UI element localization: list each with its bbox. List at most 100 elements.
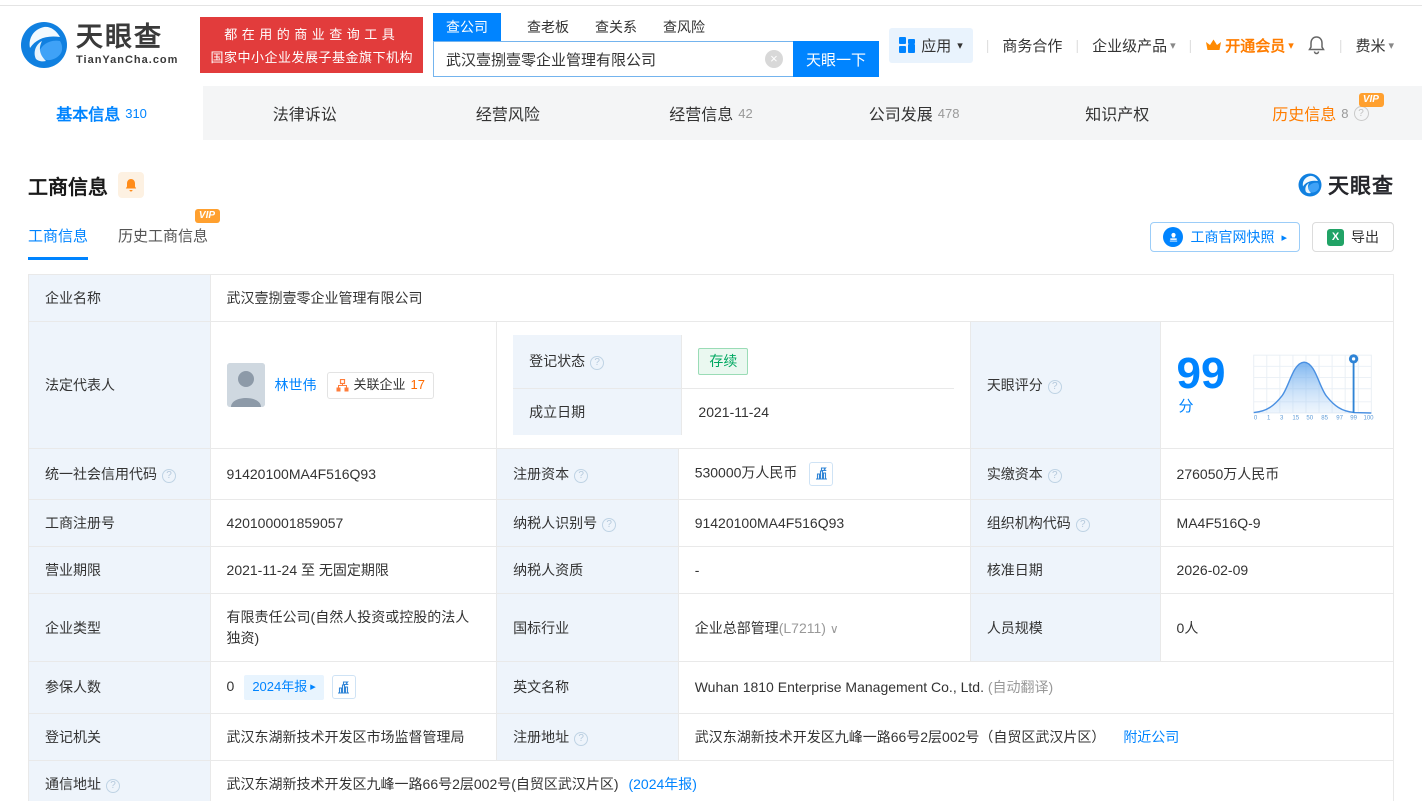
nav-enterprise-products[interactable]: 企业级产品 ▾ [1092, 35, 1176, 56]
svg-text:0: 0 [1254, 416, 1258, 422]
tianyancha-eye-icon [1298, 173, 1322, 197]
tab-history-info[interactable]: VIP 历史信息 8 ? [1219, 86, 1422, 140]
brand-name: 天眼查 [76, 22, 163, 52]
tianyancha-logo[interactable]: 天眼查 TianYanCha.com [20, 21, 178, 69]
company-name-value: 武汉壹捌壹零企业管理有限公司 [209, 273, 1395, 323]
table-row: 企业名称 武汉壹捌壹零企业管理有限公司 [28, 273, 1395, 323]
help-icon[interactable]: ? [106, 779, 120, 794]
help-icon[interactable]: ? [1047, 468, 1062, 483]
page-tab-bar: 基本信息 310 法律诉讼 经营风险 经营信息 42 公司发展 478 知识产权… [0, 86, 1422, 140]
search-input[interactable] [432, 41, 793, 77]
taxpayer-id-value: 91420100MA4F516Q93 [677, 498, 971, 548]
svg-text:3: 3 [1280, 416, 1284, 422]
score-distribution-chart: 0 1 3 15 50 85 97 99 100 [1253, 354, 1375, 422]
table-row: 统一社会信用代码? 91420100MA4F516Q93 注册资本? 53000… [28, 447, 1395, 500]
nav-business-coop[interactable]: 商务合作 [1002, 35, 1062, 56]
svg-text:50: 50 [1306, 416, 1313, 422]
company-type-value: 有限责任公司(自然人投资或控股的法人独资) [209, 593, 498, 663]
help-icon[interactable]: ? [162, 468, 176, 483]
field-label: 企业类型 [28, 593, 211, 663]
svg-text:97: 97 [1336, 416, 1343, 422]
search-tab-relation[interactable]: 查关系 [595, 13, 637, 41]
caret-right-icon: ▸ [1281, 231, 1287, 244]
help-icon[interactable]: ? [574, 468, 589, 483]
taxpayer-quality-value: - [677, 546, 971, 595]
search-area: 查公司 查老板 查关系 查风险 × 天眼一下 [432, 13, 879, 77]
chevron-down-icon[interactable]: ∨ [830, 622, 839, 636]
subtab-history-business-info[interactable]: VIP 历史工商信息 [118, 209, 221, 260]
top-nav: 应用 ▾ | 商务合作 | 企业级产品 ▾ | 开通会员 ▾ | 费米 ▾ [889, 27, 1394, 63]
search-tab-boss[interactable]: 查老板 [527, 13, 569, 41]
field-label: 组织机构代码? [969, 498, 1161, 548]
nearby-companies-link[interactable]: 附近公司 [1123, 729, 1179, 745]
reg-capital-value: 530000万人民币 [694, 464, 798, 481]
tab-intellectual-property[interactable]: 知识产权 [1016, 86, 1219, 140]
field-label: 成立日期 [513, 388, 683, 435]
notification-bell-icon[interactable] [1307, 35, 1326, 55]
table-row: 营业期限 2021-11-24 至 无固定期限 纳税人资质 - 核准日期 202… [28, 546, 1395, 595]
tianyancha-eye-icon [21, 22, 67, 68]
field-label: 企业名称 [28, 273, 211, 323]
legal-rep-name-link[interactable]: 林世伟 [275, 375, 317, 395]
approval-date-value: 2026-02-09 [1159, 546, 1395, 595]
tab-company-development[interactable]: 公司发展 478 [813, 86, 1016, 140]
export-button[interactable]: X 导出 [1312, 222, 1394, 252]
industry-code: (L7211) [778, 619, 826, 636]
subtab-business-info[interactable]: 工商信息 [28, 225, 89, 260]
field-label: 实缴资本? [969, 447, 1161, 500]
annual-report-badge[interactable]: 2024年报 ▸ [244, 675, 324, 700]
section-tab-bar: 工商信息 VIP 历史工商信息 工商官网快照 ▸ X 导出 [28, 209, 1394, 260]
english-name-value: Wuhan 1810 Enterprise Management Co., Lt… [694, 679, 984, 696]
subscribe-bell-button[interactable] [118, 172, 144, 198]
field-label: 统一社会信用代码? [28, 447, 211, 500]
stamp-icon [1163, 227, 1184, 247]
business-info-table: 企业名称 武汉壹捌壹零企业管理有限公司 法定代表人 林世伟 关联企业 17 登记… [28, 273, 1395, 801]
field-label: 注册资本? [496, 447, 679, 500]
search-tab-risk[interactable]: 查风险 [663, 13, 705, 41]
related-companies-badge[interactable]: 关联企业 17 [326, 371, 435, 399]
nav-open-vip[interactable]: 开通会员 ▾ [1205, 35, 1294, 56]
field-label: 核准日期 [969, 546, 1161, 595]
tab-basic-info[interactable]: 基本信息 310 [0, 86, 204, 140]
tab-operation-risk[interactable]: 经营风险 [406, 86, 609, 140]
field-label: 通信地址? [28, 760, 211, 801]
field-label: 营业期限 [28, 546, 211, 595]
help-icon[interactable]: ? [1353, 105, 1369, 121]
auto-translate-note: (自动翻译) [987, 679, 1054, 696]
nav-user-menu[interactable]: 费米 ▾ [1355, 35, 1394, 56]
annual-report-link[interactable]: (2024年报) [628, 776, 696, 792]
search-tab-company[interactable]: 查公司 [432, 13, 501, 41]
credit-code-value: 91420100MA4F516Q93 [209, 447, 498, 500]
field-label: 英文名称 [496, 661, 679, 714]
field-label: 天眼评分? [969, 321, 1161, 449]
insured-count-value: 0 [226, 678, 235, 695]
svg-text:99: 99 [1350, 416, 1357, 422]
apps-menu[interactable]: 应用 ▾ [889, 27, 973, 63]
insured-history-chart-button[interactable] [331, 675, 356, 700]
table-row: 登记机关 武汉东湖新技术开发区市场监督管理局 注册地址? 武汉东湖新技术开发区九… [28, 712, 1395, 762]
crown-icon [1206, 39, 1222, 50]
clear-search-icon[interactable]: × [764, 50, 783, 68]
svg-text:100: 100 [1364, 416, 1375, 422]
field-label: 登记机关 [28, 712, 211, 762]
username: 费米 [1355, 37, 1386, 55]
legal-rep-photo[interactable] [226, 363, 265, 408]
caret-down-icon: ▾ [1388, 39, 1394, 52]
search-button[interactable]: 天眼一下 [792, 41, 879, 77]
help-icon[interactable]: ? [574, 731, 589, 746]
tab-legal-litigation[interactable]: 法律诉讼 [203, 86, 406, 140]
help-icon[interactable]: ? [590, 356, 605, 371]
field-label: 参保人数 [28, 661, 211, 714]
official-snapshot-button[interactable]: 工商官网快照 ▸ [1150, 222, 1300, 252]
help-icon[interactable]: ? [1047, 379, 1062, 394]
paid-capital-value: 276050万人民币 [1159, 447, 1395, 500]
field-label: 登记状态? [513, 335, 683, 389]
tab-operation-info[interactable]: 经营信息 42 [609, 86, 812, 140]
svg-text:85: 85 [1321, 416, 1328, 422]
table-row: 企业类型 有限责任公司(自然人投资或控股的法人独资) 国标行业 企业总部管理(L… [28, 593, 1395, 663]
capital-history-chart-button[interactable] [809, 461, 834, 486]
help-icon[interactable]: ? [1075, 517, 1090, 532]
help-icon[interactable]: ? [602, 517, 617, 532]
reg-authority-value: 武汉东湖新技术开发区市场监督管理局 [209, 712, 498, 762]
field-label: 纳税人识别号? [496, 498, 679, 548]
